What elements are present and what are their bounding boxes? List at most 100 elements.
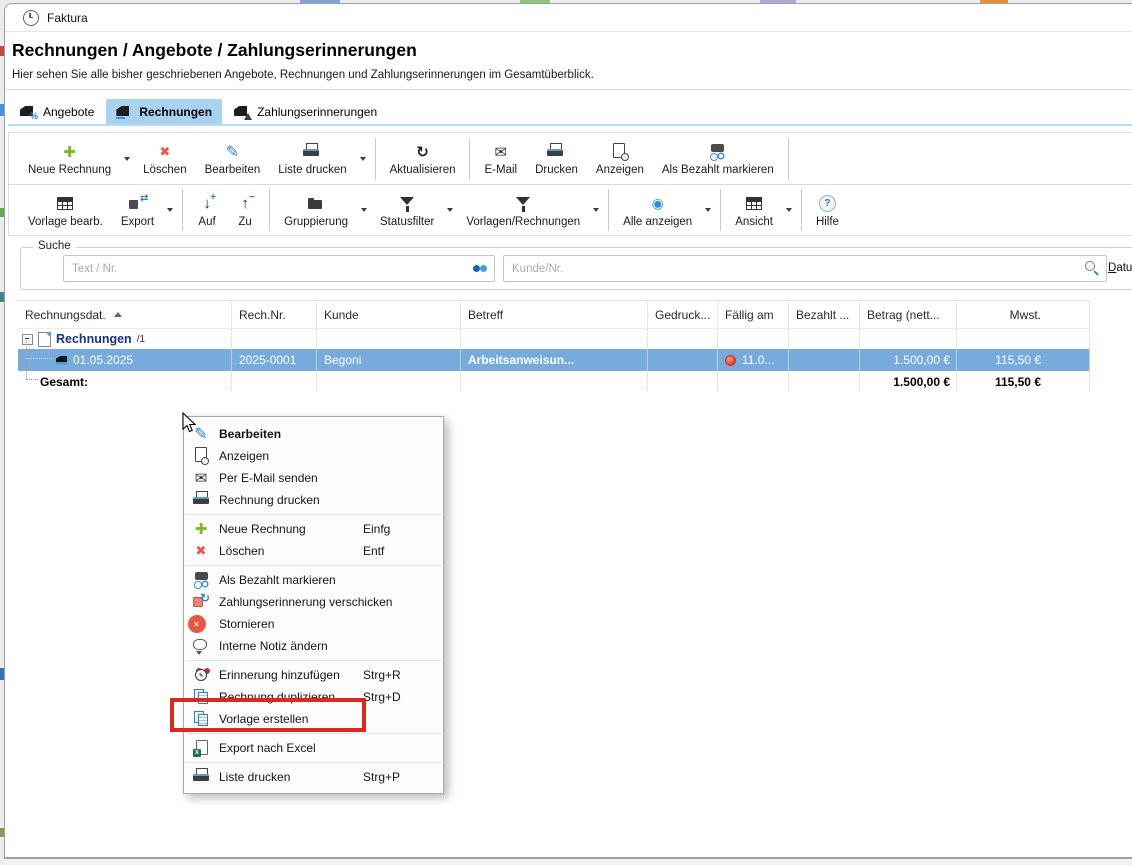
menu-separator xyxy=(186,514,441,515)
status-filter-dropdown-arrow[interactable] xyxy=(443,187,457,233)
status-filter-button[interactable]: Statusfilter xyxy=(371,186,443,234)
pencil-icon xyxy=(222,143,242,161)
new-invoice-dropdown-arrow[interactable] xyxy=(120,136,134,182)
menu-item-preview[interactable]: Anzeigen xyxy=(184,445,443,467)
tree-connector-stub xyxy=(26,379,38,380)
toolbar-separator xyxy=(182,189,183,231)
show-all-dropdown-arrow[interactable] xyxy=(701,187,715,233)
document-magnifier-icon xyxy=(610,143,630,161)
column-header-printed[interactable]: Gedruck... xyxy=(648,301,718,328)
plus-icon xyxy=(192,520,210,538)
button-label: Drucken xyxy=(535,164,578,176)
menu-item-add-reminder[interactable]: Erinnerung hinzufügen Strg+R xyxy=(184,664,443,686)
print-list-button[interactable]: Liste drucken xyxy=(269,135,355,183)
toolbar: Neue Rechnung Löschen Bearbeiten Liste d… xyxy=(8,132,1132,236)
page-subtitle: Hier sehen Sie alle bisher geschriebenen… xyxy=(12,69,594,81)
menu-item-export-excel[interactable]: Export nach Excel xyxy=(184,737,443,759)
cancel-circle-icon xyxy=(188,615,206,633)
move-down-button[interactable]: Auf xyxy=(188,186,226,234)
total-label: Gesamt: xyxy=(18,371,232,392)
print-button[interactable]: Drucken xyxy=(526,135,587,183)
button-label: Gruppierung xyxy=(284,216,348,228)
context-menu: Bearbeiten Anzeigen Per E-Mail senden Re… xyxy=(183,416,444,794)
menu-item-edit-internal-note[interactable]: Interne Notiz ändern xyxy=(184,635,443,657)
invoice-group-row[interactable]: Rechnungen /1 xyxy=(18,329,1090,349)
templates-invoices-filter-button[interactable]: Vorlagen/Rechnungen xyxy=(457,186,589,234)
text-search-input[interactable] xyxy=(63,255,495,282)
preview-button[interactable]: Anzeigen xyxy=(587,135,653,183)
button-label: Auf xyxy=(198,216,215,228)
button-label: Als Bezahlt markieren xyxy=(662,164,774,176)
invoice-table: Rechnungsdat. Rech.Nr. Kunde Betreff Ged… xyxy=(18,300,1090,392)
column-header-net-amount[interactable]: Betrag (nett... xyxy=(860,301,957,328)
column-header-due[interactable]: Fällig am xyxy=(718,301,789,328)
button-label: Zu xyxy=(238,216,251,228)
table-header-row: Rechnungsdat. Rech.Nr. Kunde Betreff Ged… xyxy=(18,300,1090,329)
tab-label: Angebote xyxy=(43,105,94,119)
view-dropdown-arrow[interactable] xyxy=(782,187,796,233)
tab-zahlungserinnerungen[interactable]: Zahlungserinnerungen xyxy=(224,99,387,124)
edit-button[interactable]: Bearbeiten xyxy=(196,135,270,183)
menu-separator xyxy=(186,762,441,763)
shortcut-label: Entf xyxy=(363,544,429,558)
column-header-customer[interactable]: Kunde xyxy=(317,301,461,328)
menu-item-print-list[interactable]: Liste drucken Strg+P xyxy=(184,766,443,788)
invoice-row-selected[interactable]: 01.05.2025 2025-0001 Begoni Arbeitsanwei… xyxy=(18,349,1090,371)
column-header-paid[interactable]: Bezahlt ... xyxy=(789,301,860,328)
menu-item-cancel-invoice[interactable]: Stornieren xyxy=(184,613,443,635)
collapse-expander[interactable] xyxy=(22,334,33,345)
binoculars-icon[interactable] xyxy=(471,260,489,276)
tab-label: Zahlungserinnerungen xyxy=(257,105,377,119)
invoice-subject: Arbeitsanweisun... xyxy=(461,349,648,371)
toolbar-separator xyxy=(788,138,789,180)
menu-item-send-email[interactable]: Per E-Mail senden xyxy=(184,467,443,489)
column-header-date[interactable]: Rechnungsdat. xyxy=(18,301,232,328)
new-invoice-button[interactable]: Neue Rechnung xyxy=(19,135,120,183)
column-header-vat[interactable]: Mwst. xyxy=(957,301,1090,328)
mouse-cursor xyxy=(179,412,201,434)
mark-paid-button[interactable]: Als Bezahlt markieren xyxy=(653,135,783,183)
help-button[interactable]: Hilfe xyxy=(807,186,848,234)
invoice-flag-icon xyxy=(56,356,67,365)
menu-item-print-invoice[interactable]: Rechnung drucken xyxy=(184,489,443,511)
eye-icon xyxy=(648,195,668,213)
date-filter-link[interactable]: Datu xyxy=(1108,262,1132,274)
export-dropdown-arrow[interactable] xyxy=(163,187,177,233)
menu-item-new-invoice[interactable]: Neue Rechnung Einfg xyxy=(184,518,443,540)
menu-item-send-payment-reminder[interactable]: Zahlungserinnerung verschicken xyxy=(184,591,443,613)
menu-item-mark-paid[interactable]: Als Bezahlt markieren xyxy=(184,569,443,591)
move-up-button[interactable]: Zu xyxy=(226,186,264,234)
menu-item-edit[interactable]: Bearbeiten xyxy=(184,423,443,445)
button-label: Alle anzeigen xyxy=(623,216,692,228)
email-button[interactable]: E-Mail xyxy=(475,135,526,183)
toolbar-separator xyxy=(801,189,802,231)
column-header-number[interactable]: Rech.Nr. xyxy=(232,301,317,328)
menu-item-delete[interactable]: Löschen Entf xyxy=(184,540,443,562)
grouping-button[interactable]: Gruppierung xyxy=(275,186,357,234)
coins-icon xyxy=(192,571,210,589)
grouping-dropdown-arrow[interactable] xyxy=(357,187,371,233)
edit-template-button[interactable]: Vorlage bearb. xyxy=(19,186,112,234)
print-list-dropdown-arrow[interactable] xyxy=(356,136,370,182)
button-label: Vorlage bearb. xyxy=(28,216,103,228)
templates-invoices-dropdown-arrow[interactable] xyxy=(589,187,603,233)
column-header-subject[interactable]: Betreff xyxy=(461,301,648,328)
export-button[interactable]: Export xyxy=(112,186,163,234)
search-icon[interactable] xyxy=(1083,260,1101,276)
printer-icon xyxy=(302,143,322,161)
delete-button[interactable]: Löschen xyxy=(134,135,195,183)
button-label: Anzeigen xyxy=(596,164,644,176)
delete-x-icon xyxy=(192,542,210,560)
customer-search-input[interactable] xyxy=(503,255,1107,282)
header-divider xyxy=(5,89,1132,90)
tab-bar: Angebote Rechnungen Zahlungserinnerungen xyxy=(10,99,387,124)
tab-angebote[interactable]: Angebote xyxy=(10,99,104,124)
show-all-button[interactable]: Alle anzeigen xyxy=(614,186,701,234)
funnel-icon xyxy=(515,195,532,213)
invoice-date: 01.05.2025 xyxy=(73,353,133,367)
view-button[interactable]: Ansicht xyxy=(726,186,782,234)
offer-document-icon xyxy=(20,105,36,118)
refresh-button[interactable]: Aktualisieren xyxy=(381,135,465,183)
invoice-net-amount: 1.500,00 € xyxy=(860,349,957,371)
tab-rechnungen[interactable]: Rechnungen xyxy=(106,99,222,124)
